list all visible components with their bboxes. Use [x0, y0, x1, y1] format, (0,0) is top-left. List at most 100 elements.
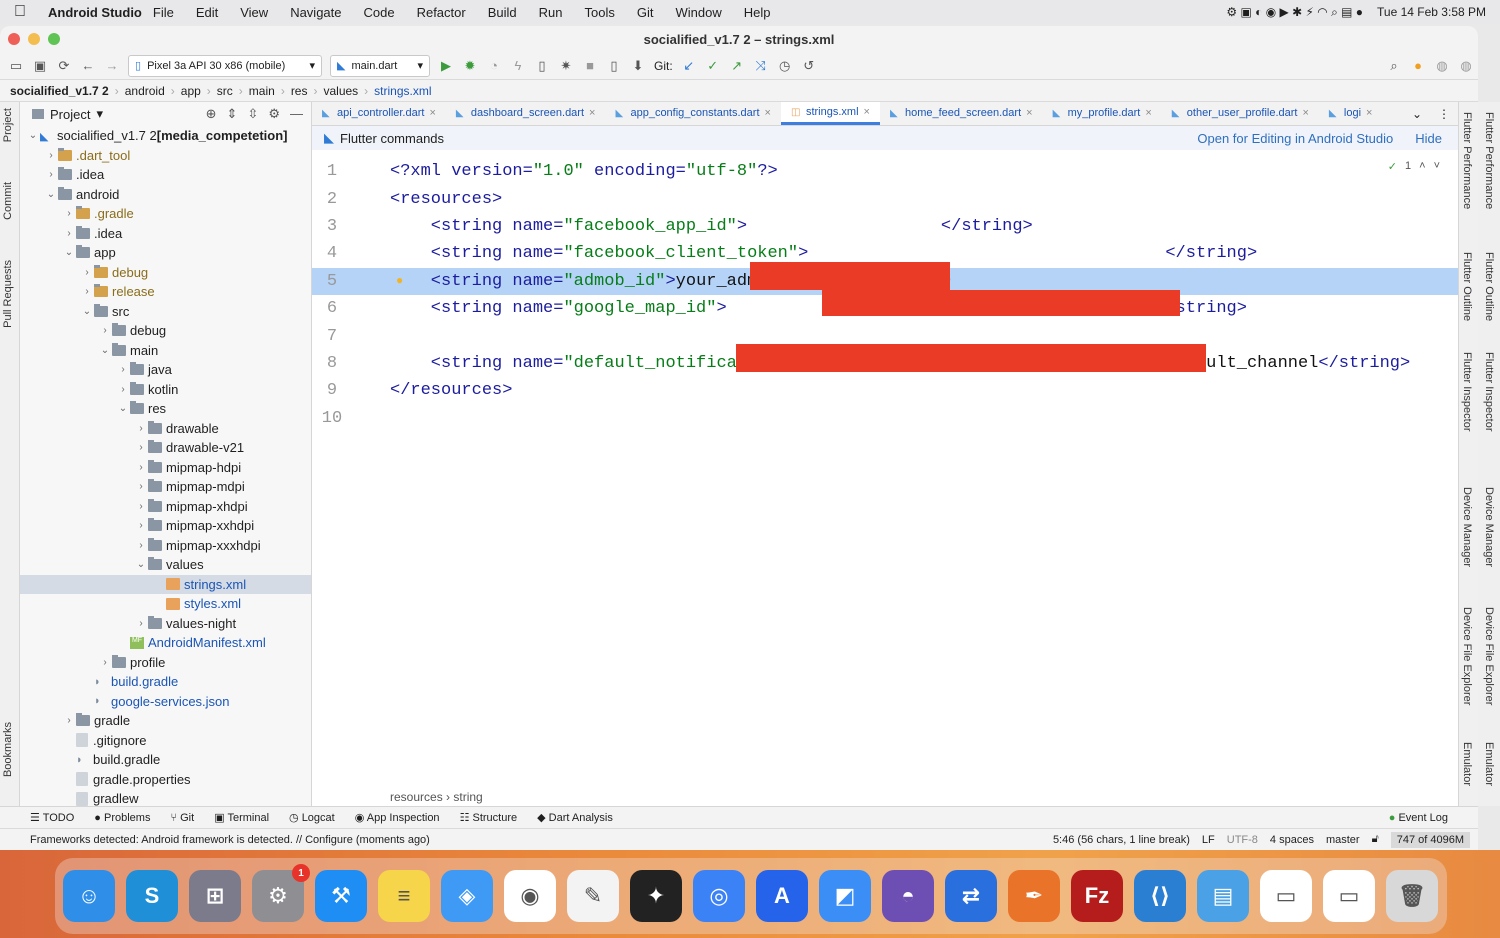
tab-my-profile-dart[interactable]: ◣ my_profile.dart ×: [1043, 102, 1162, 125]
expand-all-icon[interactable]: ⇕: [227, 106, 238, 122]
hide-link[interactable]: Hide: [1415, 131, 1442, 146]
dock-accessibility-inspector-icon[interactable]: A: [756, 870, 808, 922]
chevron-right-icon[interactable]: ›: [44, 169, 58, 180]
tool-window-terminal[interactable]: ▣ Terminal: [214, 811, 269, 824]
right-tool-tab-emulator[interactable]: Emulator: [1461, 742, 1473, 786]
dock-vectornator-icon[interactable]: ✒: [1008, 870, 1060, 922]
menu-help[interactable]: Help: [733, 5, 782, 20]
chevron-right-icon[interactable]: ›: [134, 442, 148, 453]
breadcrumb-item-res[interactable]: res: [291, 84, 308, 98]
chevron-down-icon[interactable]: ˅: [1434, 160, 1440, 173]
right-tool-tab-device-file-explorer[interactable]: Device File Explorer: [1461, 607, 1473, 705]
dock-screenshot-icon[interactable]: ▭: [1323, 870, 1375, 922]
chevron-down-icon[interactable]: ▾: [96, 106, 103, 122]
tree-item-gradlew[interactable]: gradlew: [20, 789, 311, 806]
outer-tool-tab-emulator[interactable]: Emulator: [1483, 742, 1495, 786]
tab-logi[interactable]: ◣ logi ×: [1319, 102, 1383, 125]
tree-item-gradle-properties[interactable]: gradle.properties: [20, 770, 311, 790]
close-icon[interactable]: ×: [589, 107, 595, 119]
chevron-right-icon[interactable]: ›: [134, 462, 148, 473]
editor-breadcrumb-resources[interactable]: resources: [390, 790, 443, 804]
menu-build[interactable]: Build: [477, 5, 528, 20]
tree-item-gradle[interactable]: › gradle: [20, 711, 311, 731]
dock-instruments-icon[interactable]: ◎: [693, 870, 745, 922]
apple-icon[interactable]: : [14, 3, 36, 21]
dock-xcode-icon[interactable]: ⚒: [315, 870, 367, 922]
tree-item-mipmap-hdpi[interactable]: › mipmap-hdpi: [20, 458, 311, 478]
tab-home-feed-screen-dart[interactable]: ◣ home_feed_screen.dart ×: [880, 102, 1043, 125]
dock-figma-icon[interactable]: ✦: [630, 870, 682, 922]
chevron-right-icon[interactable]: ›: [134, 618, 148, 629]
menu-view[interactable]: View: [229, 5, 279, 20]
breadcrumb-item-android[interactable]: android: [125, 84, 165, 98]
event-log-button[interactable]: ● Event Log: [1389, 812, 1448, 824]
tree-item-drawable[interactable]: › drawable: [20, 419, 311, 439]
tool-window-dart-analysis[interactable]: ◆ Dart Analysis: [537, 811, 613, 824]
dock-system-preferences-icon[interactable]: ⚙ 1: [252, 864, 310, 922]
menu-git[interactable]: Git: [626, 5, 665, 20]
chevron-right-icon[interactable]: ›: [44, 150, 58, 161]
close-icon[interactable]: ×: [1145, 107, 1151, 119]
close-icon[interactable]: ×: [1026, 107, 1032, 119]
locate-icon[interactable]: ⊕: [206, 106, 217, 122]
tab-api-controller-dart[interactable]: ◣ api_controller.dart ×: [312, 102, 446, 125]
outer-tool-tab-flutter-outline[interactable]: Flutter Outline: [1483, 252, 1495, 321]
tool-window-todo[interactable]: ☰ TODO: [30, 811, 74, 824]
breadcrumb-item-values[interactable]: values: [323, 84, 358, 98]
forward-icon[interactable]: →: [104, 58, 120, 74]
pull-requests-tool-tab[interactable]: Pull Requests: [2, 260, 14, 328]
chevron-down-icon[interactable]: ⌄: [98, 345, 112, 356]
tree-item-build-gradle[interactable]: ◗ build.gradle: [20, 750, 311, 770]
chevron-down-icon[interactable]: ⌄: [26, 130, 40, 141]
outer-tool-tab-flutter-performance[interactable]: Flutter Performance: [1483, 112, 1495, 209]
tree-item-styles-xml[interactable]: styles.xml: [20, 594, 311, 614]
memory-indicator[interactable]: 747 of 4096M: [1390, 831, 1470, 848]
attach-debugger-icon[interactable]: ✷: [558, 58, 574, 74]
breadcrumb-item-app[interactable]: app: [181, 84, 201, 98]
chevron-down-icon[interactable]: ⌄: [116, 403, 130, 414]
editor-breadcrumb-string[interactable]: string: [453, 790, 482, 804]
commit-tool-tab[interactable]: Commit: [2, 182, 14, 220]
updates-icon[interactable]: ●: [1410, 58, 1426, 74]
chevron-right-icon[interactable]: ›: [134, 423, 148, 434]
caret-position[interactable]: 5:46 (56 chars, 1 line break): [1053, 834, 1190, 846]
tab-strings-xml[interactable]: ◫ strings.xml ×: [780, 102, 880, 125]
chevron-right-icon[interactable]: ›: [62, 715, 76, 726]
tree-item-res[interactable]: ⌄ res: [20, 399, 311, 419]
tool-window-problems[interactable]: ● Problems: [94, 812, 150, 824]
breadcrumb-item-socialified-v1-7-2[interactable]: socialified_v1.7 2: [10, 84, 109, 98]
dock-simulator-icon[interactable]: ◩: [819, 870, 871, 922]
dock-trash-icon[interactable]: 🗑︎: [1386, 870, 1438, 922]
tree-item-drawable-v21[interactable]: › drawable-v21: [20, 438, 311, 458]
chevron-right-icon[interactable]: ›: [80, 267, 94, 278]
hot-reload-icon[interactable]: ϟ: [510, 58, 526, 74]
menu-run[interactable]: Run: [528, 5, 574, 20]
tree-item-release[interactable]: › release: [20, 282, 311, 302]
menu-edit[interactable]: Edit: [185, 5, 229, 20]
breadcrumb-item-src[interactable]: src: [217, 84, 233, 98]
git-merge-icon[interactable]: ⤨: [753, 58, 769, 74]
tree-item-androidmanifest-xml[interactable]: MF AndroidManifest.xml: [20, 633, 311, 653]
dock-screenshot-icon[interactable]: ▭: [1260, 870, 1312, 922]
dock-finder-icon[interactable]: ☺: [63, 870, 115, 922]
chevron-right-icon[interactable]: ›: [134, 540, 148, 551]
menu-tools[interactable]: Tools: [574, 5, 626, 20]
chevron-right-icon[interactable]: ›: [62, 208, 76, 219]
git-commit-icon[interactable]: ✓: [705, 58, 721, 74]
profile-icon[interactable]: ◔: [486, 58, 502, 74]
project-view-selector[interactable]: Project: [50, 107, 90, 122]
tree-item-java[interactable]: › java: [20, 360, 311, 380]
outer-tool-tab-device-file-explorer[interactable]: Device File Explorer: [1483, 607, 1495, 705]
tree-item-google-services-json[interactable]: ◗ google-services.json: [20, 692, 311, 712]
tool-window-logcat[interactable]: ◷ Logcat: [289, 811, 335, 824]
chevron-right-icon[interactable]: ›: [80, 286, 94, 297]
indent-setting[interactable]: 4 spaces: [1270, 834, 1314, 846]
close-icon[interactable]: ×: [1302, 107, 1308, 119]
search-icon[interactable]: ⌕: [1386, 58, 1402, 74]
dock-textedit-icon[interactable]: ✎: [567, 870, 619, 922]
tree-item-idea[interactable]: › .idea: [20, 224, 311, 244]
dock-chrome-icon[interactable]: ◉: [504, 870, 556, 922]
tree-item-mipmap-xxxhdpi[interactable]: › mipmap-xxxhdpi: [20, 536, 311, 556]
tree-item-mipmap-xxhdpi[interactable]: › mipmap-xxhdpi: [20, 516, 311, 536]
debug-icon[interactable]: ✹: [462, 58, 478, 74]
